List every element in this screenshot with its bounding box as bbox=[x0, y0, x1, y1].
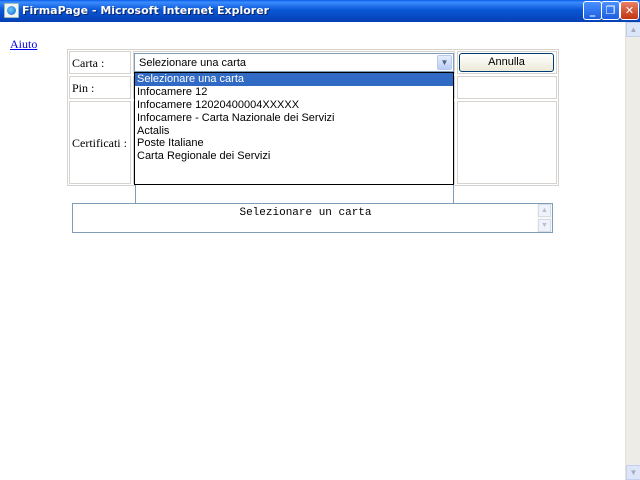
dropdown-option[interactable]: Infocamere 12020400004XXXXX bbox=[135, 99, 453, 112]
cancel-button[interactable]: Annulla bbox=[459, 53, 554, 72]
restore-button[interactable]: ❐ bbox=[601, 1, 620, 20]
dropdown-option[interactable]: Actalis bbox=[135, 125, 453, 138]
scroll-up-arrow-icon[interactable]: ▲ bbox=[538, 204, 551, 217]
window-title: FirmaPage - Microsoft Internet Explorer bbox=[22, 4, 270, 17]
help-link[interactable]: Aiuto bbox=[10, 37, 37, 52]
certificates-label: Certificati : bbox=[72, 136, 127, 150]
scroll-up-arrow-icon[interactable]: ▲ bbox=[626, 22, 640, 37]
window-titlebar[interactable]: FirmaPage - Microsoft Internet Explorer … bbox=[0, 0, 640, 22]
certificates-list[interactable] bbox=[135, 182, 454, 204]
pin-right-cell bbox=[457, 76, 557, 99]
page-scrollbar[interactable]: ▲ ▼ bbox=[625, 22, 640, 480]
card-select-value: Selezionare una carta bbox=[139, 57, 247, 69]
scroll-down-arrow-icon[interactable]: ▼ bbox=[626, 465, 640, 480]
card-dropdown-list[interactable]: Selezionare una carta Infocamere 12 Info… bbox=[134, 72, 454, 185]
card-label: Carta : bbox=[72, 56, 105, 70]
dropdown-option[interactable]: Carta Regionale dei Servizi bbox=[135, 150, 453, 163]
message-text: Selezionare un carta bbox=[239, 207, 372, 219]
certificates-right-cell bbox=[457, 101, 557, 184]
dropdown-option[interactable]: Infocamere 12 bbox=[135, 86, 453, 99]
card-select[interactable]: Selezionare una carta ▼ bbox=[134, 53, 454, 72]
pin-label: Pin : bbox=[72, 81, 95, 95]
close-button[interactable]: ✕ bbox=[620, 1, 639, 20]
ie-app-icon[interactable] bbox=[4, 3, 19, 18]
dropdown-option[interactable]: Infocamere - Carta Nazionale dei Servizi bbox=[135, 112, 453, 125]
scroll-down-arrow-icon[interactable]: ▼ bbox=[538, 219, 551, 232]
dropdown-option[interactable]: Poste Italiane bbox=[135, 137, 453, 150]
chevron-down-icon[interactable]: ▼ bbox=[437, 55, 452, 70]
message-scrollbar[interactable]: ▲ ▼ bbox=[537, 204, 552, 232]
minimize-button[interactable]: _ bbox=[583, 1, 602, 20]
message-textarea[interactable]: Selezionare un carta ▲ ▼ bbox=[72, 203, 553, 233]
dropdown-option[interactable]: Selezionare una carta bbox=[135, 73, 453, 86]
page-content: Aiuto Carta : Pin : Certificati : Selezi… bbox=[0, 22, 625, 480]
